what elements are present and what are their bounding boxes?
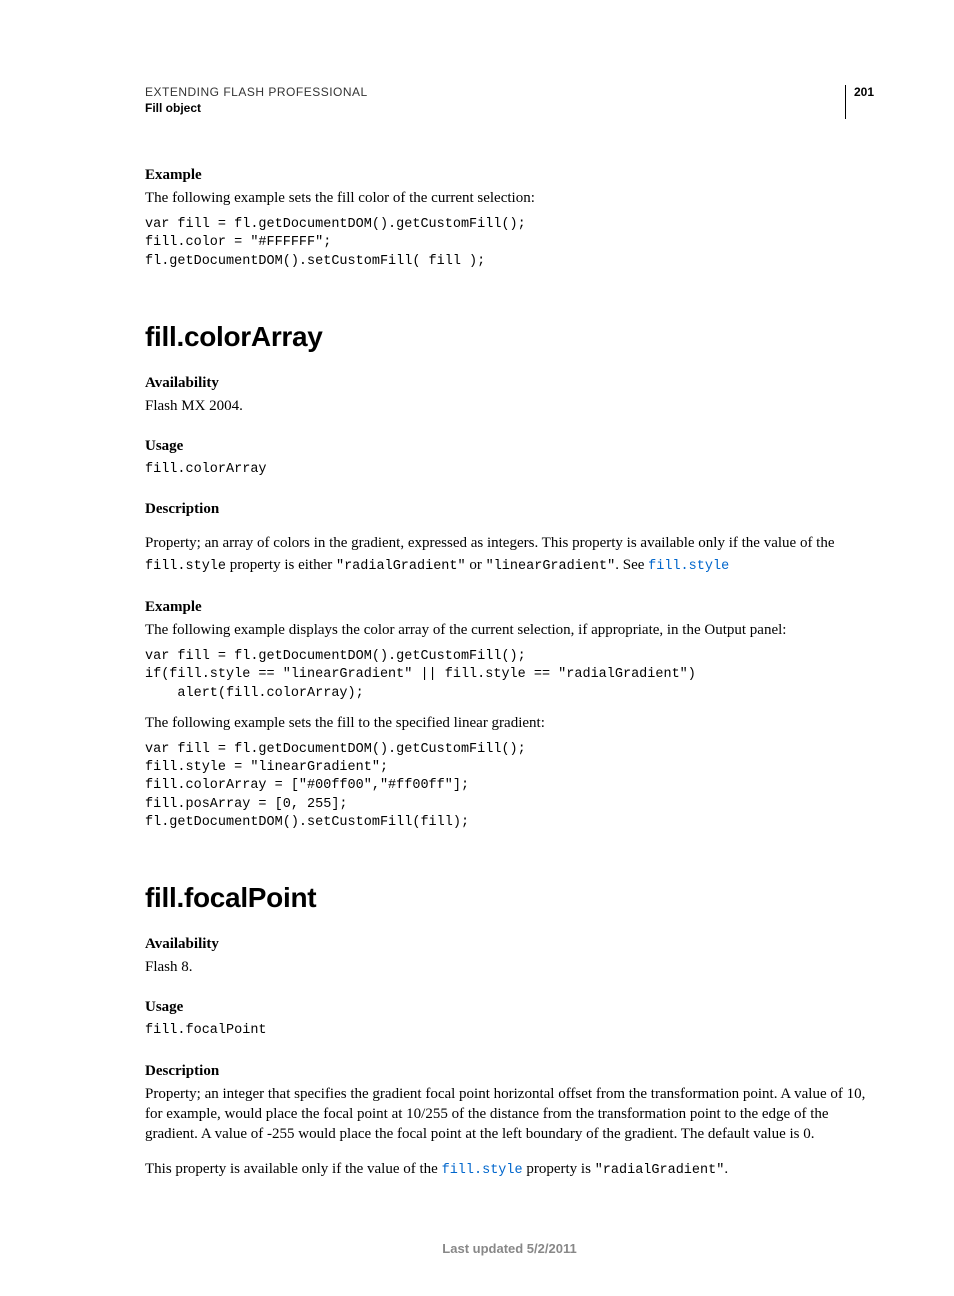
desc-text: . bbox=[724, 1161, 728, 1177]
footer-updated: Last updated 5/2/2011 bbox=[145, 1241, 874, 1256]
heading-focalpoint: fill.focalPoint bbox=[145, 882, 874, 914]
desc-text: Property; an array of colors in the grad… bbox=[145, 535, 835, 551]
example-intro: The following example sets the fill colo… bbox=[145, 188, 874, 208]
heading-colorarray: fill.colorArray bbox=[145, 321, 874, 353]
description-label: Description bbox=[145, 501, 874, 518]
description-label: Description bbox=[145, 1063, 874, 1080]
desc-text: . See bbox=[615, 557, 648, 573]
code-block: var fill = fl.getDocumentDOM().getCustom… bbox=[145, 741, 874, 832]
desc-text: property is bbox=[523, 1161, 595, 1177]
availability-text: Flash 8. bbox=[145, 957, 874, 977]
usage-code: fill.colorArray bbox=[145, 461, 874, 479]
description-text: Property; an integer that specifies the … bbox=[145, 1084, 874, 1145]
example-intro: The following example sets the fill to t… bbox=[145, 713, 874, 733]
link-fill-style[interactable]: fill.style bbox=[442, 1163, 523, 1178]
document-page: EXTENDING FLASH PROFESSIONAL Fill object… bbox=[0, 0, 954, 1296]
desc-text: or bbox=[466, 557, 486, 573]
availability-text: Flash MX 2004. bbox=[145, 396, 874, 416]
usage-code: fill.focalPoint bbox=[145, 1022, 874, 1040]
header-left: EXTENDING FLASH PROFESSIONAL Fill object bbox=[145, 85, 368, 115]
example-label: Example bbox=[145, 167, 874, 184]
usage-label: Usage bbox=[145, 999, 874, 1016]
page-header: EXTENDING FLASH PROFESSIONAL Fill object… bbox=[145, 85, 874, 119]
desc-text: property is either bbox=[226, 557, 336, 573]
availability-label: Availability bbox=[145, 936, 874, 953]
page-number: 201 bbox=[845, 85, 874, 119]
link-fill-style[interactable]: fill.style bbox=[648, 559, 729, 574]
inline-code: "radialGradient" bbox=[595, 1163, 725, 1178]
inline-code: "linearGradient" bbox=[486, 559, 616, 574]
inline-code: fill.style bbox=[145, 559, 226, 574]
availability-label: Availability bbox=[145, 375, 874, 392]
description-text: Property; an array of colors in the grad… bbox=[145, 533, 874, 577]
usage-label: Usage bbox=[145, 438, 874, 455]
code-block: var fill = fl.getDocumentDOM().getCustom… bbox=[145, 216, 874, 271]
example-label: Example bbox=[145, 599, 874, 616]
code-block: var fill = fl.getDocumentDOM().getCustom… bbox=[145, 648, 874, 703]
header-title: EXTENDING FLASH PROFESSIONAL bbox=[145, 85, 368, 99]
desc-text: This property is available only if the v… bbox=[145, 1161, 442, 1177]
inline-code: "radialGradient" bbox=[336, 559, 466, 574]
description-text: This property is available only if the v… bbox=[145, 1159, 874, 1181]
example-intro: The following example displays the color… bbox=[145, 620, 874, 640]
header-subtitle: Fill object bbox=[145, 101, 368, 115]
